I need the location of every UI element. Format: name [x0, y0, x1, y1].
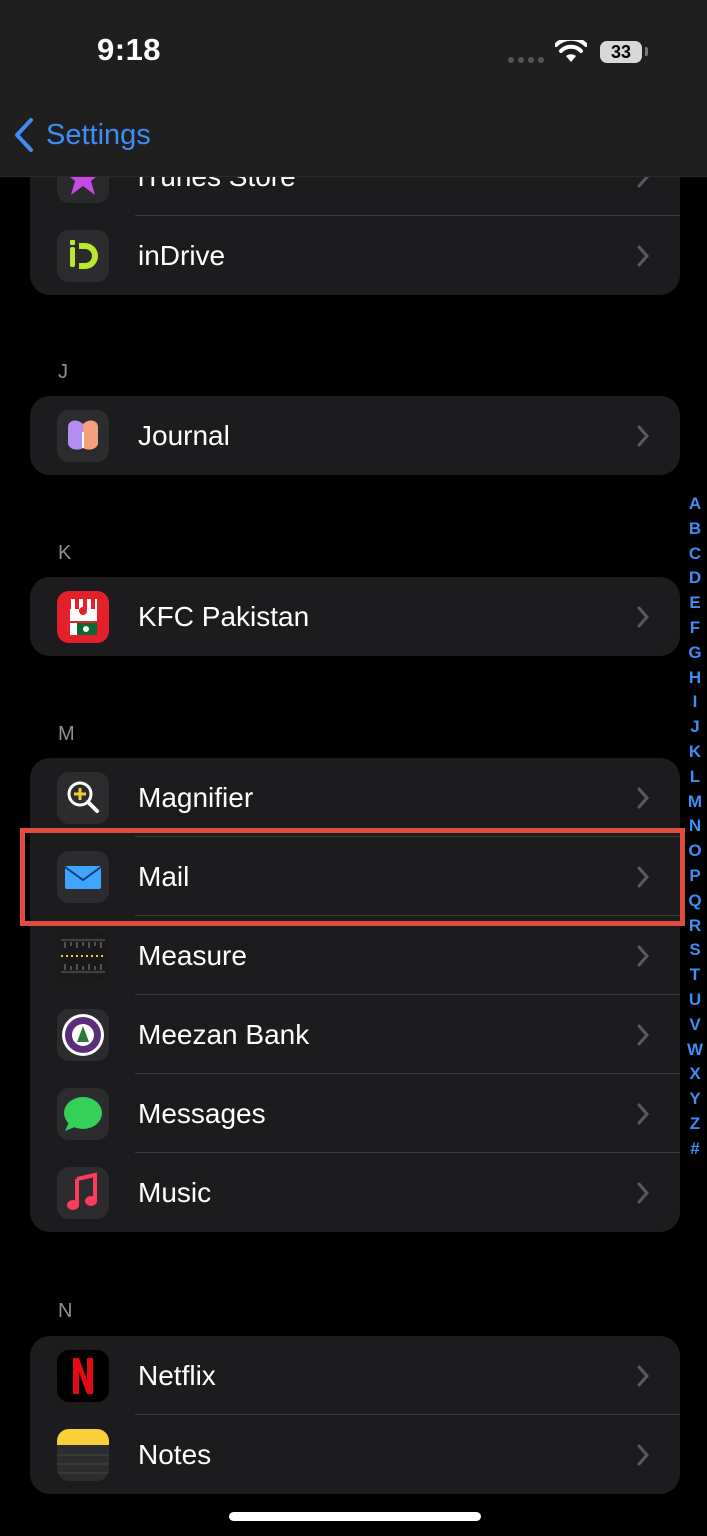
list-item-label: Measure: [138, 939, 247, 971]
index-letter-v[interactable]: V: [684, 1013, 706, 1038]
magnifier-icon: [57, 772, 109, 824]
index-letter-s[interactable]: S: [684, 938, 706, 963]
battery-cap: [645, 47, 648, 56]
back-button-label: Settings: [46, 118, 151, 151]
list-item-label: Notes: [138, 1438, 212, 1470]
index-letter-h[interactable]: H: [684, 666, 706, 691]
list-item-journal[interactable]: Journal: [30, 396, 680, 475]
indrive-icon: [57, 230, 109, 282]
chevron-right-icon: [637, 1103, 650, 1125]
list-item-messages[interactable]: Messages: [30, 1074, 680, 1153]
list-item-netflix[interactable]: Netflix: [30, 1336, 680, 1415]
list-item-label: Magnifier: [138, 781, 254, 813]
chevron-right-icon: [637, 245, 650, 267]
index-letter-z[interactable]: Z: [684, 1112, 706, 1137]
chevron-right-icon: [637, 1024, 650, 1046]
index-letter-o[interactable]: O: [684, 839, 706, 864]
index-letter-r[interactable]: R: [684, 914, 706, 939]
status-bar: 9:18 33: [0, 0, 707, 100]
index-letter-e[interactable]: E: [684, 591, 706, 616]
section-k-group: KFC Pakistan: [30, 577, 680, 656]
index-letter-f[interactable]: F: [684, 616, 706, 641]
index-letter-c[interactable]: C: [684, 542, 706, 567]
wifi-icon: [555, 40, 587, 62]
section-header-j: J: [58, 361, 68, 383]
list-item-music[interactable]: Music: [30, 1153, 680, 1232]
netflix-icon: [57, 1350, 109, 1402]
list-item-kfc-pakistan[interactable]: KFC Pakistan: [30, 577, 680, 656]
cellular-signal-icon: [508, 57, 544, 63]
index-letter-m[interactable]: M: [684, 790, 706, 815]
chevron-right-icon: [637, 1365, 650, 1387]
list-item-label: Netflix: [138, 1359, 216, 1391]
index-letter-u[interactable]: U: [684, 988, 706, 1013]
list-item-notes[interactable]: Notes: [30, 1415, 680, 1494]
notes-icon: [57, 1429, 109, 1481]
chevron-right-icon: [637, 606, 650, 628]
list-item-label: Journal: [138, 419, 230, 451]
highlight-box: [20, 828, 685, 926]
index-letter-i[interactable]: I: [684, 690, 706, 715]
index-letter-d[interactable]: D: [684, 566, 706, 591]
chevron-right-icon: [637, 787, 650, 809]
journal-icon: [57, 410, 109, 462]
battery-icon: 33: [600, 41, 642, 63]
messages-icon: [57, 1088, 109, 1140]
index-letter-j[interactable]: J: [684, 715, 706, 740]
list-item-label: inDrive: [138, 239, 226, 271]
list-item-label: KFC Pakistan: [138, 600, 310, 632]
index-letter-g[interactable]: G: [684, 641, 706, 666]
section-n-group: Netflix Notes: [30, 1336, 680, 1494]
list-item-magnifier[interactable]: Magnifier: [30, 758, 680, 837]
chevron-right-icon: [637, 945, 650, 967]
measure-icon: [57, 930, 109, 982]
index-letter-y[interactable]: Y: [684, 1087, 706, 1112]
chevron-right-icon: [637, 425, 650, 447]
index-letter-x[interactable]: X: [684, 1062, 706, 1087]
section-header-n: N: [58, 1300, 73, 1322]
list-item-meezan-bank[interactable]: Meezan Bank: [30, 995, 680, 1074]
list-item-measure[interactable]: Measure: [30, 916, 680, 995]
index-letter-hash[interactable]: #: [684, 1137, 706, 1162]
kfc-icon: [57, 591, 109, 643]
meezan-bank-icon: [57, 1009, 109, 1061]
section-index-scrubber[interactable]: A B C D E F G H I J K L M N O P Q R S T U V W X Y Z #: [684, 492, 706, 1162]
index-letter-w[interactable]: W: [684, 1038, 706, 1063]
back-button[interactable]: Settings: [14, 118, 151, 152]
status-time: 9:18: [97, 32, 162, 67]
list-item-label: Meezan Bank: [138, 1018, 310, 1050]
index-letter-p[interactable]: P: [684, 864, 706, 889]
chevron-right-icon: [637, 1182, 650, 1204]
list-item-label: Music: [138, 1176, 212, 1208]
index-letter-t[interactable]: T: [684, 963, 706, 988]
chevron-right-icon: [637, 1444, 650, 1466]
index-letter-k[interactable]: K: [684, 740, 706, 765]
section-header-m: M: [58, 723, 75, 745]
music-icon: [57, 1167, 109, 1219]
list-item-label: Messages: [138, 1097, 266, 1129]
index-letter-q[interactable]: Q: [684, 889, 706, 914]
index-letter-n[interactable]: N: [684, 814, 706, 839]
index-letter-b[interactable]: B: [684, 517, 706, 542]
section-header-k: K: [58, 542, 72, 564]
list-item-indrive[interactable]: inDrive: [30, 216, 680, 295]
index-letter-a[interactable]: A: [684, 492, 706, 517]
home-indicator[interactable]: [229, 1512, 481, 1521]
section-j-group: Journal: [30, 396, 680, 475]
index-letter-l[interactable]: L: [684, 765, 706, 790]
chevron-left-icon: [15, 118, 33, 152]
